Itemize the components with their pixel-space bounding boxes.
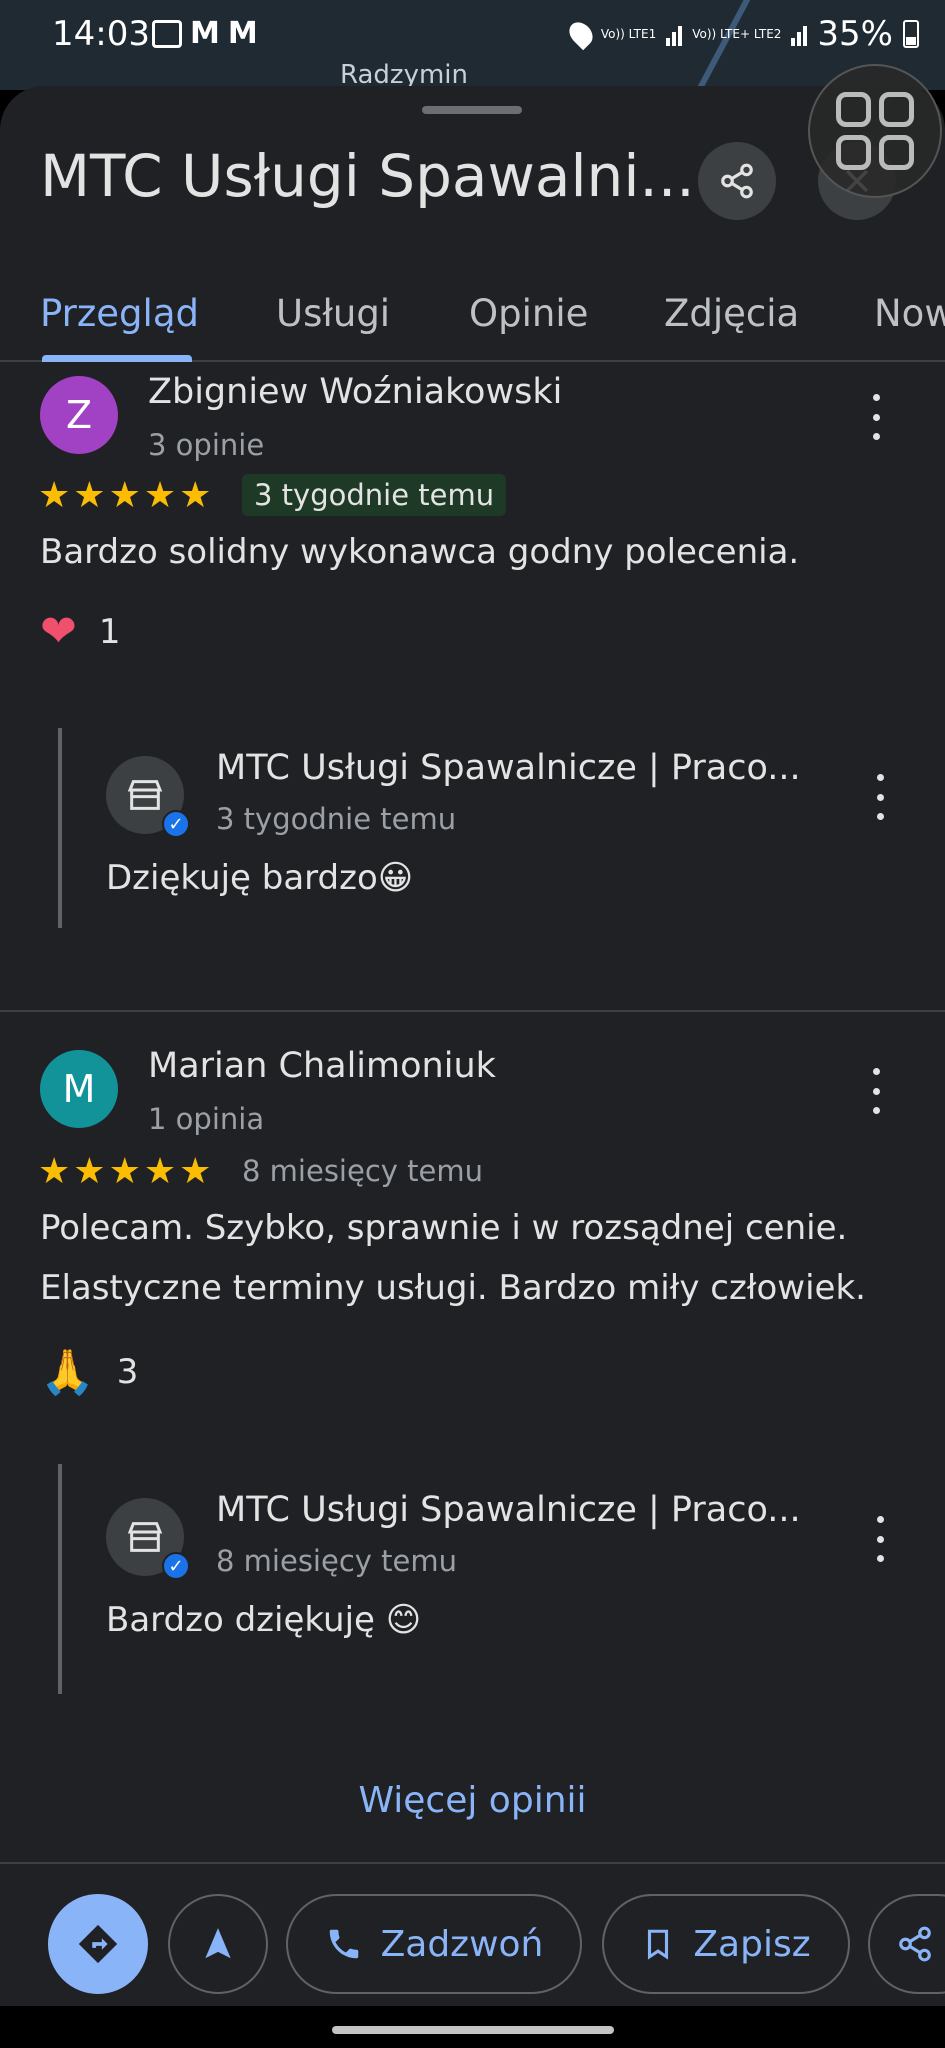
star-icon: ★ xyxy=(179,475,212,516)
star-icon: ★ xyxy=(38,1151,71,1192)
reply-date: 8 miesięcy temu xyxy=(216,1544,457,1578)
reply-text: Dziękuję bardzo😀 xyxy=(106,858,414,898)
review-date-badge: 3 tygodnie temu xyxy=(242,474,507,516)
star-icon: ★ xyxy=(108,1151,141,1192)
reaction-count: 3 xyxy=(116,1352,139,1392)
star-icon: ★ xyxy=(73,475,106,516)
star-icon: ★ xyxy=(179,1151,212,1192)
system-navigation-bar xyxy=(0,2006,945,2048)
tab-bar: Przegląd Usługi Opinie Zdjęcia Now xyxy=(0,266,945,362)
call-label: Zadzwoń xyxy=(380,1923,544,1965)
verified-icon: ✓ xyxy=(162,810,190,838)
share-icon xyxy=(899,1926,931,1962)
more-options-icon[interactable] xyxy=(864,1068,888,1114)
share-icon xyxy=(721,163,753,199)
phone-icon xyxy=(329,1929,358,1959)
notification-icons: M M xyxy=(152,16,258,51)
home-gesture-handle[interactable] xyxy=(332,2026,614,2034)
tab-overview[interactable]: Przegląd xyxy=(40,292,199,335)
floating-app-switcher-icon[interactable] xyxy=(808,64,942,198)
bookmark-icon xyxy=(648,1929,669,1960)
battery-percentage: 35% xyxy=(817,14,893,54)
share-button[interactable] xyxy=(698,142,776,220)
signal-icon xyxy=(791,22,808,46)
directions-icon xyxy=(78,1924,118,1964)
star-icon: ★ xyxy=(38,475,71,516)
gmail-icon: M xyxy=(190,16,220,51)
reply-date: 3 tygodnie temu xyxy=(216,802,457,836)
tab-updates[interactable]: Now xyxy=(874,292,945,335)
review-author[interactable]: Zbigniew Woźniakowski xyxy=(148,372,562,412)
more-options-icon[interactable] xyxy=(864,394,888,440)
review-divider xyxy=(0,1010,945,1012)
reaction-count: 1 xyxy=(98,611,121,652)
battery-icon xyxy=(903,20,919,48)
review-author-meta: 3 opinie xyxy=(148,428,265,462)
owner-reply: ✓ MTC Usługi Spawalnicze | Praco... 3 ty… xyxy=(58,728,945,928)
reaction-row[interactable]: ❤ 1 xyxy=(40,606,121,657)
storefront-icon xyxy=(127,1522,163,1552)
share-action-button[interactable] xyxy=(868,1894,945,1994)
signal-icon xyxy=(666,22,683,46)
tab-photos[interactable]: Zdjęcia xyxy=(664,292,799,335)
more-options-icon[interactable] xyxy=(868,774,892,820)
heart-icon: ❤ xyxy=(40,606,77,657)
place-sheet: MTC Usługi Spawalni... Przegląd Usługi O… xyxy=(0,64,945,2006)
star-icon: ★ xyxy=(143,1151,177,1192)
active-tab-indicator xyxy=(42,355,192,362)
reaction-row[interactable]: 🙏 3 xyxy=(40,1346,138,1398)
navigation-arrow-icon xyxy=(205,1928,231,1959)
avatar[interactable]: Z xyxy=(40,376,118,454)
owner-avatar: ✓ xyxy=(106,756,190,838)
more-options-icon[interactable] xyxy=(868,1516,892,1562)
folded-hands-icon: 🙏 xyxy=(40,1347,95,1398)
star-rating: ★ ★ ★ ★ ★ xyxy=(38,476,211,516)
reply-author: MTC Usługi Spawalnicze | Praco... xyxy=(216,748,801,788)
review-author[interactable]: Marian Chalimoniuk xyxy=(148,1046,496,1086)
avatar[interactable]: M xyxy=(40,1050,118,1128)
system-icons: Vo)) LTE1 Vo)) LTE+ LTE2 35% xyxy=(564,14,919,54)
gmail-icon: M xyxy=(227,16,258,51)
network-indicator-1: Vo)) LTE1 xyxy=(600,27,657,41)
tab-reviews[interactable]: Opinie xyxy=(469,292,588,335)
review-date: 8 miesięcy temu xyxy=(242,1154,483,1188)
review-text: Bardzo solidny wykonawca godny polecenia… xyxy=(40,532,800,572)
status-time: 14:03 xyxy=(52,14,150,54)
more-reviews-link[interactable]: Więcej opinii xyxy=(0,1780,945,1821)
reply-text: Bardzo dziękuję 😊 xyxy=(106,1600,422,1640)
location-icon xyxy=(564,17,598,51)
call-button[interactable]: Zadzwoń xyxy=(286,1894,582,1994)
place-title: MTC Usługi Spawalni... xyxy=(40,142,695,210)
save-label: Zapisz xyxy=(693,1923,811,1965)
directions-button[interactable] xyxy=(48,1894,148,1994)
reply-author: MTC Usługi Spawalnicze | Praco... xyxy=(216,1490,801,1530)
status-bar: Radzymin 14:03 M M Vo)) LTE1 Vo)) LTE+ L… xyxy=(0,0,945,90)
star-icon: ★ xyxy=(73,1151,106,1192)
network-indicator-2: Vo)) LTE+ LTE2 xyxy=(692,27,782,41)
storefront-icon xyxy=(127,780,163,810)
owner-avatar: ✓ xyxy=(106,1498,190,1580)
start-navigation-button[interactable] xyxy=(168,1894,268,1994)
tab-services[interactable]: Usługi xyxy=(276,292,390,335)
save-button[interactable]: Zapisz xyxy=(602,1894,850,1994)
review-text: Polecam. Szybko, sprawnie i w rozsądnej … xyxy=(40,1208,866,1308)
review-author-meta: 1 opinia xyxy=(148,1102,265,1136)
gallery-icon xyxy=(152,20,182,48)
drag-handle[interactable] xyxy=(422,106,522,114)
owner-reply: ✓ MTC Usługi Spawalnicze | Praco... 8 mi… xyxy=(58,1464,945,1694)
star-icon: ★ xyxy=(143,475,177,516)
star-icon: ★ xyxy=(108,475,141,516)
action-bar: Zadzwoń Zapisz xyxy=(0,1862,945,2006)
verified-icon: ✓ xyxy=(162,1552,190,1580)
star-rating: ★ ★ ★ ★ ★ xyxy=(38,1152,211,1192)
